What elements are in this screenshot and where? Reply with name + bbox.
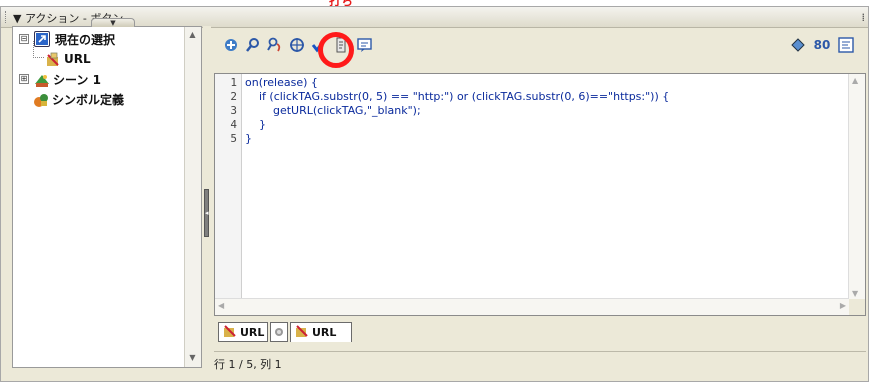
scene-icon [34,72,49,87]
script-tabs: URL URL [214,318,866,344]
symbol-definitions-icon [33,92,48,107]
highlight-circle [318,32,354,68]
tab-label: URL [312,326,337,339]
actions-toolbar: 80 [220,34,865,58]
status-divider [214,351,866,352]
pin-script-icon[interactable] [270,322,288,342]
view-options-icon[interactable] [837,36,855,54]
code-line[interactable]: if (clickTAG.substr(0, 5) == "http:") or… [245,90,669,103]
tree-item-label: URL [64,52,91,66]
collapse-pane-icon[interactable]: ◂ [204,189,209,237]
debug-options-icon[interactable]: 80 [811,36,833,54]
line-number-gutter: 1 2 3 4 5 [215,74,242,300]
line-number: 4 [230,118,237,131]
line-number: 3 [230,104,237,117]
scroll-up-icon[interactable]: ▲ [852,76,858,85]
script-navigator: ▼ ⊟ 現在の選択 URL ⊞ シーン 1 シンボル定義 ▲ ▼ [12,18,202,368]
find-icon[interactable] [244,36,262,54]
line-number: 5 [230,132,237,145]
panel-menu-icon[interactable]: ⁞ [862,11,866,24]
replace-icon[interactable] [266,36,284,54]
line-number: 1 [230,76,237,89]
button-symbol-icon [223,324,237,341]
scrollbar-corner [849,299,865,315]
tree-item-label: 現在の選択 [55,32,116,47]
tree-connector [33,41,44,58]
gripper-icon[interactable] [5,11,8,23]
tree-item-symbol-definitions[interactable]: シンボル定義 [33,89,124,109]
tree-item-scene-1[interactable]: ⊞ シーン 1 [19,69,101,89]
line-number: 2 [230,90,237,103]
script-editor[interactable]: 1 2 3 4 5 on(release) { if (clickTAG.sub… [214,73,866,316]
tab-url-2[interactable]: URL [290,322,352,342]
code-line[interactable]: } [245,118,266,131]
button-symbol-icon [295,324,309,341]
add-statement-icon[interactable] [222,36,240,54]
scroll-down-icon[interactable]: ▼ [852,289,858,298]
target-path-icon[interactable] [288,36,306,54]
tree-item-label: シンボル定義 [52,92,125,107]
scroll-right-icon[interactable]: ▶ [840,301,846,310]
tree-item-url[interactable]: URL [33,41,91,69]
editor-horizontal-scrollbar[interactable]: ◀ ▶ [215,298,849,315]
tab-label: URL [240,325,265,339]
code-hint-icon[interactable] [356,36,374,54]
pane-divider[interactable]: ◂ [203,26,211,368]
editor-vertical-scrollbar[interactable]: ▲ ▼ [848,74,865,300]
code-line[interactable]: on(release) { [245,76,318,89]
scroll-left-icon[interactable]: ◀ [218,301,224,310]
expand-icon[interactable]: ⊞ [19,74,29,84]
button-symbol-icon [45,52,59,66]
code-line[interactable]: } [245,132,252,145]
tree-item-label: シーン 1 [53,72,101,87]
reference-icon[interactable] [789,36,807,54]
code-line[interactable]: getURL(clickTAG,"_blank"); [245,104,421,117]
tab-url-1[interactable]: URL [218,322,268,342]
collapse-toggle-icon[interactable]: ▼ [91,18,135,27]
status-line-column: 行 1 / 5, 列 1 [214,358,282,371]
navigator-scrollbar[interactable]: ▲ ▼ [184,27,201,367]
scroll-up-icon[interactable]: ▲ [187,30,198,41]
scroll-down-icon[interactable]: ▼ [187,353,198,364]
collapse-icon[interactable]: ⊟ [19,34,29,44]
debug-options-label: 80 [813,38,831,52]
